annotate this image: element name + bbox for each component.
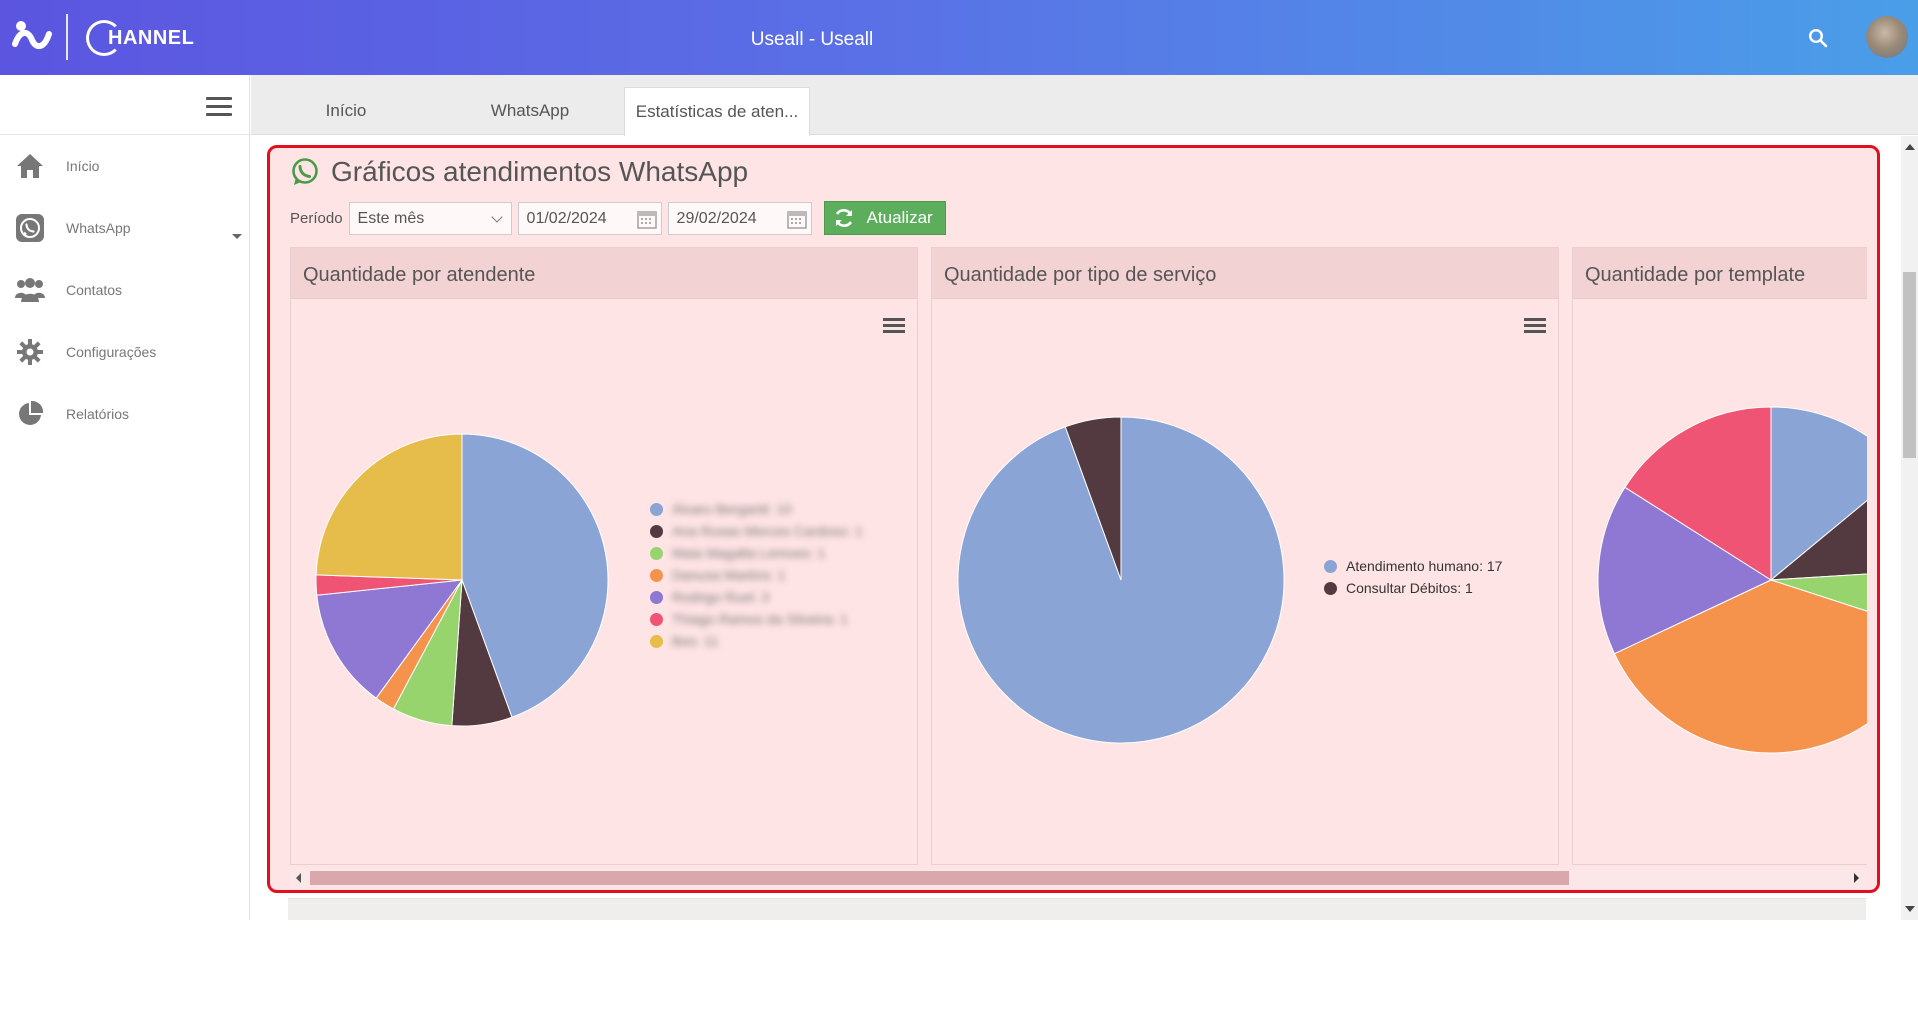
sidebar-item-label: Relatórios [66,406,130,422]
legend-item[interactable]: Ana Rosas Merces Cardoso: 1 [650,520,863,542]
home-icon [14,150,46,182]
legend-label: Atendimento humano: 17 [1346,558,1503,574]
filter-bar: Período Este mês 01/02/2024 29/02/2024 A… [290,201,946,235]
gear-icon [14,336,46,368]
legend-label: Bes: 11 [672,633,719,649]
scroll-left-icon[interactable] [296,873,301,883]
legend-item[interactable]: Danusa Martins: 1 [650,564,863,586]
pie-chart-template [1597,406,1867,754]
legend-item[interactable]: Consultar Débitos: 1 [1324,577,1502,599]
chart-title: Quantidade por template [1573,248,1867,299]
calendar-icon[interactable] [786,208,808,230]
date-to-input[interactable]: 29/02/2024 [667,201,812,235]
legend-item[interactable]: Maia Magalta Lemoes: 1 [650,542,863,564]
legend-label: Rodrigo Ruel: 3 [672,589,770,605]
legend-label: Álvaro Bergantt: 10 [672,501,792,517]
scrollbar-thumb[interactable] [310,871,1569,885]
next-section-card [288,898,1866,920]
legend-dot [1324,581,1337,595]
tab-whatsapp[interactable]: WhatsApp [455,87,605,136]
period-select[interactable]: Este mês [348,201,512,235]
page-title: Gráficos atendimentos WhatsApp [331,156,749,187]
sidebar-item-label: WhatsApp [66,220,131,236]
scroll-up-icon[interactable] [1905,144,1915,150]
legend-label: Thiago Ramos da Silveira: 1 [672,611,848,627]
chart-title: Quantidade por tipo de serviço [932,248,1558,299]
search-icon[interactable] [1808,28,1828,48]
app-title: Useall - Useall [750,29,874,50]
legend-item[interactable]: Álvaro Bergantt: 10 [650,498,863,520]
page-vertical-scrollbar[interactable] [1901,136,1918,920]
date-from-value: 01/02/2024 [526,209,607,227]
legend-item[interactable]: Thiago Ramos da Silveira: 1 [650,608,863,630]
chart-card-atendente: Quantidade por atendente Álvaro Bergantt… [290,247,918,865]
chart-card-template: Quantidade por template [1572,247,1867,865]
legend-item[interactable]: Atendimento humano: 17 [1324,555,1502,577]
chart-card-tipo-servico: Quantidade por tipo de serviço Atendimen… [931,247,1559,865]
refresh-icon [835,209,852,227]
chevron-down-icon [490,210,503,223]
legend-item[interactable]: Bes: 11 [650,630,863,652]
top-bar: HANNEL Useall - Useall [0,0,1918,75]
sidebar-item-whatsapp[interactable]: WhatsApp [0,197,249,259]
chart-legend: Álvaro Bergantt: 10 Ana Rosas Merces Card… [650,498,863,652]
legend-dot [1324,559,1337,573]
sidebar: Início WhatsApp Contatos Configurações R… [0,75,250,920]
menu-toggle-icon[interactable] [206,97,232,117]
legend-dot [650,524,663,538]
legend-label: Maia Magalta Lemoes: 1 [672,545,826,561]
legend-label: Consultar Débitos: 1 [1346,580,1473,596]
scrollbar-thumb[interactable] [1903,272,1916,458]
pie-chart-icon [14,398,46,430]
legend-dot [650,590,663,604]
whatsapp-icon [14,212,46,244]
sidebar-item-configuracoes[interactable]: Configurações [0,321,249,383]
sidebar-header [0,75,249,135]
chart-legend: Atendimento humano: 17 Consultar Débitos:… [1324,555,1502,599]
charts-panel: Gráficos atendimentos WhatsApp Período E… [267,145,1880,893]
sidebar-item-inicio[interactable]: Início [0,135,249,197]
legend-dot [650,634,663,648]
legend-dot [650,612,663,626]
scroll-right-icon[interactable] [1854,873,1859,883]
legend-dot [650,568,663,582]
scroll-down-icon[interactable] [1905,906,1915,912]
tab-estatisticas[interactable]: Estatísticas de aten... [624,87,810,136]
sidebar-item-label: Início [66,158,100,174]
sidebar-item-label: Configurações [66,344,157,360]
date-from-input[interactable]: 01/02/2024 [517,201,662,235]
legend-label: Danusa Martins: 1 [672,567,786,583]
pie-slice[interactable] [315,433,463,581]
calendar-icon[interactable] [636,208,658,230]
date-to-value: 29/02/2024 [676,209,757,227]
charts-carousel: Quantidade por atendente Álvaro Bergantt… [290,247,1867,865]
period-select-value: Este mês [357,209,425,227]
legend-dot [650,546,663,560]
whatsapp-icon [292,158,318,185]
legend-item[interactable]: Rodrigo Ruel: 3 [650,586,863,608]
chevron-down-icon[interactable] [232,234,242,239]
chart-title: Quantidade por atendente [291,248,917,299]
contacts-icon [14,274,46,306]
refresh-button[interactable]: Atualizar [823,201,946,235]
sidebar-item-relatorios[interactable]: Relatórios [0,383,249,445]
panel-title: Gráficos atendimentos WhatsApp [290,156,748,188]
sidebar-item-contatos[interactable]: Contatos [0,259,249,321]
legend-label: Ana Rosas Merces Cardoso: 1 [672,523,863,539]
tab-bar: Início WhatsApp Estatísticas de aten... [251,75,1918,136]
period-label: Período [290,209,343,227]
sidebar-item-label: Contatos [66,282,123,298]
user-avatar[interactable] [1866,16,1908,58]
charts-horizontal-scrollbar[interactable] [290,869,1867,887]
legend-dot [650,502,663,516]
tab-inicio[interactable]: Início [271,87,421,136]
refresh-button-label: Atualizar [866,208,933,227]
